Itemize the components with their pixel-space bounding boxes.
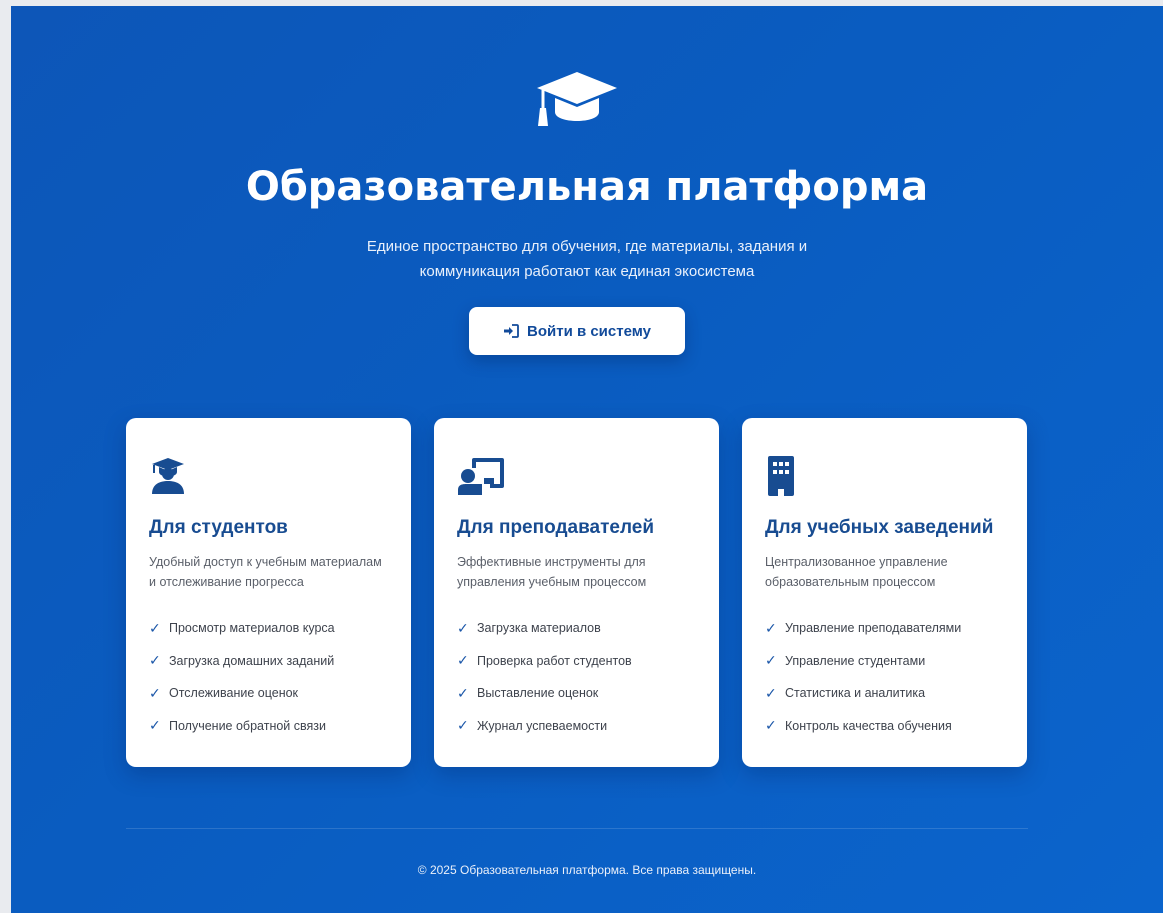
feature-list: ✓ Управление преподавателями ✓ Управление … [765,612,961,742]
card-description: Эффективные инструменты для управления у… [457,555,647,589]
check-icon: ✓ [457,684,469,701]
list-item: ✓ Управление преподавателями [765,619,962,636]
card-institutions: Для учебных заведений Централизованное у… [742,418,1027,767]
card-title: Для студентов [149,517,288,538]
page-title: Образовательная платформа [245,164,929,210]
list-item: ✓ Проверка работ студентов [457,652,632,669]
list-item: ✓ Контроль качества обучения [765,717,952,734]
card-teachers: Для преподавателей Эффективные инструмен… [434,418,719,767]
teacher-icon [458,458,504,495]
card-title: Для преподавателей [457,517,655,538]
login-button[interactable]: Войти в систему [469,307,685,355]
card-title: Для учебных заведений [765,517,994,538]
graduation-cap-icon [537,72,617,126]
list-item: ✓ Получение обратной связи [149,717,326,734]
check-icon: ✓ [149,652,161,669]
feature-list: ✓ Загрузка материалов ✓ Проверка работ сту… [457,612,632,742]
card-students: Для студентов Удобный доступ к учебным м… [126,418,411,767]
check-icon: ✓ [457,717,469,734]
check-icon: ✓ [149,684,161,701]
list-item: ✓ Выставление оценок [457,684,599,701]
sign-in-icon [504,324,519,338]
check-icon: ✓ [149,717,161,734]
footer-copyright: © 2025 Образовательная платформа. Все пр… [417,863,757,877]
list-item: ✓ Журнал успеваемости [457,717,608,734]
list-item: ✓ Управление студентами [765,652,926,669]
footer-divider [126,828,1028,829]
login-button-label: Войти в систему [527,322,651,340]
list-item: ✓ Загрузка домашних заданий [149,652,335,669]
building-icon [768,456,794,496]
list-item: ✓ Просмотр материалов курса [149,619,335,636]
check-icon: ✓ [457,619,469,636]
check-icon: ✓ [149,619,161,636]
check-icon: ✓ [765,717,777,734]
check-icon: ✓ [765,684,777,701]
student-icon [152,458,184,494]
feature-list: ✓ Просмотр материалов курса ✓ Загрузка дом… [149,612,335,742]
page-subtitle: Единое пространство для обучения, где ма… [366,238,808,280]
list-item: ✓ Статистика и аналитика [765,684,926,701]
list-item: ✓ Загрузка материалов [457,619,601,636]
card-description: Удобный доступ к учебным материалам и от… [149,555,382,589]
check-icon: ✓ [457,652,469,669]
check-icon: ✓ [765,619,777,636]
check-icon: ✓ [765,652,777,669]
list-item: ✓ Отслеживание оценок [149,684,299,701]
page-frame: Образовательная платформа Единое простра… [11,6,1163,913]
card-description: Централизованное управление образователь… [765,555,948,589]
